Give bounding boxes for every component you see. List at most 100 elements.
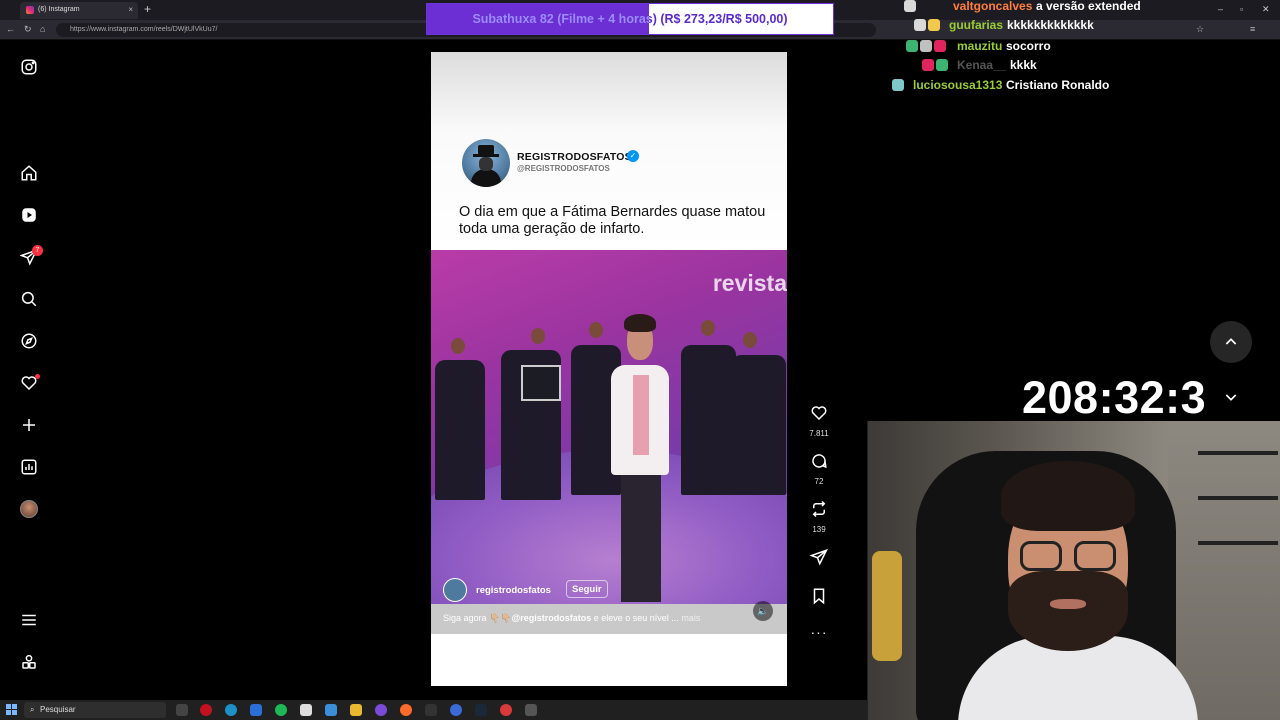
instagram-favicon-icon — [26, 6, 34, 14]
repost-button[interactable]: 139 — [806, 500, 832, 534]
share-button[interactable] — [806, 548, 832, 571]
repost-count: 139 — [812, 525, 826, 534]
maximize-icon[interactable]: ▫ — [1240, 4, 1243, 14]
search-glass-icon: ⌕ — [30, 705, 35, 714]
chat-text: socorro — [1006, 39, 1051, 53]
chat-badge-icon — [904, 0, 916, 12]
chat-username: luciosousa1313 — [913, 78, 1003, 92]
task-view-icon[interactable] — [176, 704, 188, 716]
app-icon-red[interactable] — [500, 704, 512, 716]
browser-tab-instagram[interactable]: (6) Instagram × — [20, 2, 138, 19]
notification-badge: 7 — [32, 245, 43, 256]
app-icon-light-blue[interactable] — [325, 704, 337, 716]
chat-badge-icon — [920, 40, 932, 52]
chat-badges — [922, 59, 950, 73]
video-author-name[interactable]: registrodosfatos — [476, 585, 551, 596]
chevron-down-icon — [1225, 394, 1237, 401]
app-icon-dark[interactable] — [525, 704, 537, 716]
chat-badge-icon — [928, 19, 940, 31]
post-header-area: REGISTRODOSFATOS ✓ @REGISTRODOSFATOS O d… — [431, 52, 787, 250]
windows-start-icon[interactable] — [6, 704, 18, 716]
more-dots-icon: ··· — [810, 624, 828, 640]
instagram-logo-icon[interactable] — [19, 57, 39, 77]
profile-avatar[interactable] — [19, 499, 39, 519]
explore-compass-icon[interactable] — [19, 331, 39, 351]
goal-text-filled: Subathuxa 82 (Filme + 4 horas) (R$ 273,2… — [427, 4, 649, 34]
like-button[interactable]: 7.811 — [806, 404, 832, 438]
like-heart-icon — [811, 406, 827, 421]
chat-username: Kenaa__ — [957, 58, 1007, 72]
app-icon-purple[interactable] — [375, 704, 387, 716]
verified-badge-icon: ✓ — [627, 150, 639, 162]
save-button[interactable] — [806, 587, 832, 610]
more-options-button[interactable]: ··· — [806, 624, 832, 642]
spotify-icon[interactable] — [275, 704, 287, 716]
chat-badge-icon — [892, 79, 904, 91]
comment-button[interactable]: 72 — [806, 452, 832, 486]
video-author-avatar[interactable] — [443, 578, 467, 602]
search-icon[interactable] — [19, 289, 39, 309]
goal-text-filled-label: Subathuxa 82 (Filme + 4 horas) (R$ 273,2… — [472, 12, 649, 26]
chat-badge-icon — [936, 59, 948, 71]
subathon-timer: 208:32:3 — [1022, 372, 1207, 423]
repost-arrows-icon — [812, 500, 826, 518]
reels-nav-icon[interactable] — [19, 205, 39, 225]
app-icon-blue[interactable] — [250, 704, 262, 716]
chat-text: a versão extended — [1036, 0, 1141, 13]
also-from-meta-icon[interactable] — [19, 652, 39, 672]
chat-username: guufarias — [949, 18, 1004, 32]
home-icon[interactable]: ⌂ — [40, 24, 45, 34]
reload-icon[interactable]: ↻ — [24, 24, 32, 35]
edge-icon[interactable] — [225, 704, 237, 716]
taskbar-search-input[interactable]: ⌕ Pesquisar — [24, 702, 166, 718]
follow-button[interactable]: Seguir — [566, 580, 608, 598]
caption-more-link[interactable]: mais — [679, 613, 700, 623]
chat-text: kkkk — [1010, 58, 1037, 72]
bookmark-star-icon[interactable]: ☆ — [1196, 24, 1204, 35]
reel-post[interactable]: REGISTRODOSFATOS ✓ @REGISTRODOSFATOS O d… — [431, 52, 787, 686]
window-close-icon[interactable]: ✕ — [1262, 4, 1270, 15]
opera-icon[interactable] — [200, 704, 212, 716]
chat-badge-icon — [922, 59, 934, 71]
caption-prefix: Siga agora 👇🏼👇🏼 — [443, 613, 512, 623]
post-author-name[interactable]: REGISTRODOSFATOS — [517, 151, 632, 163]
share-paper-plane-icon — [809, 548, 828, 566]
post-author-avatar[interactable] — [462, 139, 510, 187]
mute-toggle-icon[interactable]: 🔈 — [753, 601, 773, 621]
home-nav-icon[interactable] — [19, 163, 39, 183]
next-reel-button[interactable] — [1216, 384, 1246, 410]
previous-reel-button[interactable] — [1210, 321, 1252, 363]
stream-screen: (6) Instagram × + – ▫ ✕ ← ↻ ⌂ https://ww… — [0, 0, 1280, 720]
chat-badge-icon — [914, 19, 926, 31]
back-icon[interactable]: ← — [6, 24, 15, 34]
tab-title: (6) Instagram — [38, 6, 80, 13]
chat-text: Cristiano Ronaldo — [1006, 78, 1110, 92]
chat-badge-icon — [906, 40, 918, 52]
app-icon-globe[interactable] — [450, 704, 462, 716]
steam-icon[interactable] — [475, 704, 487, 716]
app-icon-gray[interactable] — [300, 704, 312, 716]
bookmark-icon — [813, 588, 825, 605]
post-author-handle: @REGISTRODOSFATOS — [517, 164, 610, 173]
caption-bar: Siga agora 👇🏼👇🏼@registrodosfatos e eleve… — [431, 604, 787, 634]
minimize-icon[interactable]: – — [1218, 4, 1223, 14]
reel-video[interactable]: revista registrodosfatos Seguir — [431, 250, 787, 604]
terminal-icon[interactable] — [425, 704, 437, 716]
notification-dot — [35, 374, 40, 379]
file-explorer-icon[interactable] — [350, 704, 362, 716]
chat-username: valtgoncalves — [953, 0, 1033, 13]
tab-close-icon[interactable]: × — [128, 5, 133, 14]
streamer-webcam — [867, 421, 1280, 720]
chat-badges — [892, 79, 906, 93]
caption-mention-link[interactable]: @registrodosfatos — [511, 613, 591, 623]
browser-menu-icon[interactable]: ≡ — [1250, 24, 1255, 34]
dashboard-icon[interactable] — [19, 457, 39, 477]
taskbar-search-placeholder: Pesquisar — [40, 705, 76, 714]
firefox-icon[interactable] — [400, 704, 412, 716]
like-count: 7.811 — [809, 429, 829, 438]
chat-text: kkkkkkkkkkkkk — [1007, 18, 1094, 32]
comment-bubble-icon — [812, 454, 827, 469]
more-menu-icon[interactable] — [19, 610, 39, 630]
create-plus-icon[interactable] — [19, 415, 39, 435]
new-tab-button[interactable]: + — [144, 2, 151, 16]
